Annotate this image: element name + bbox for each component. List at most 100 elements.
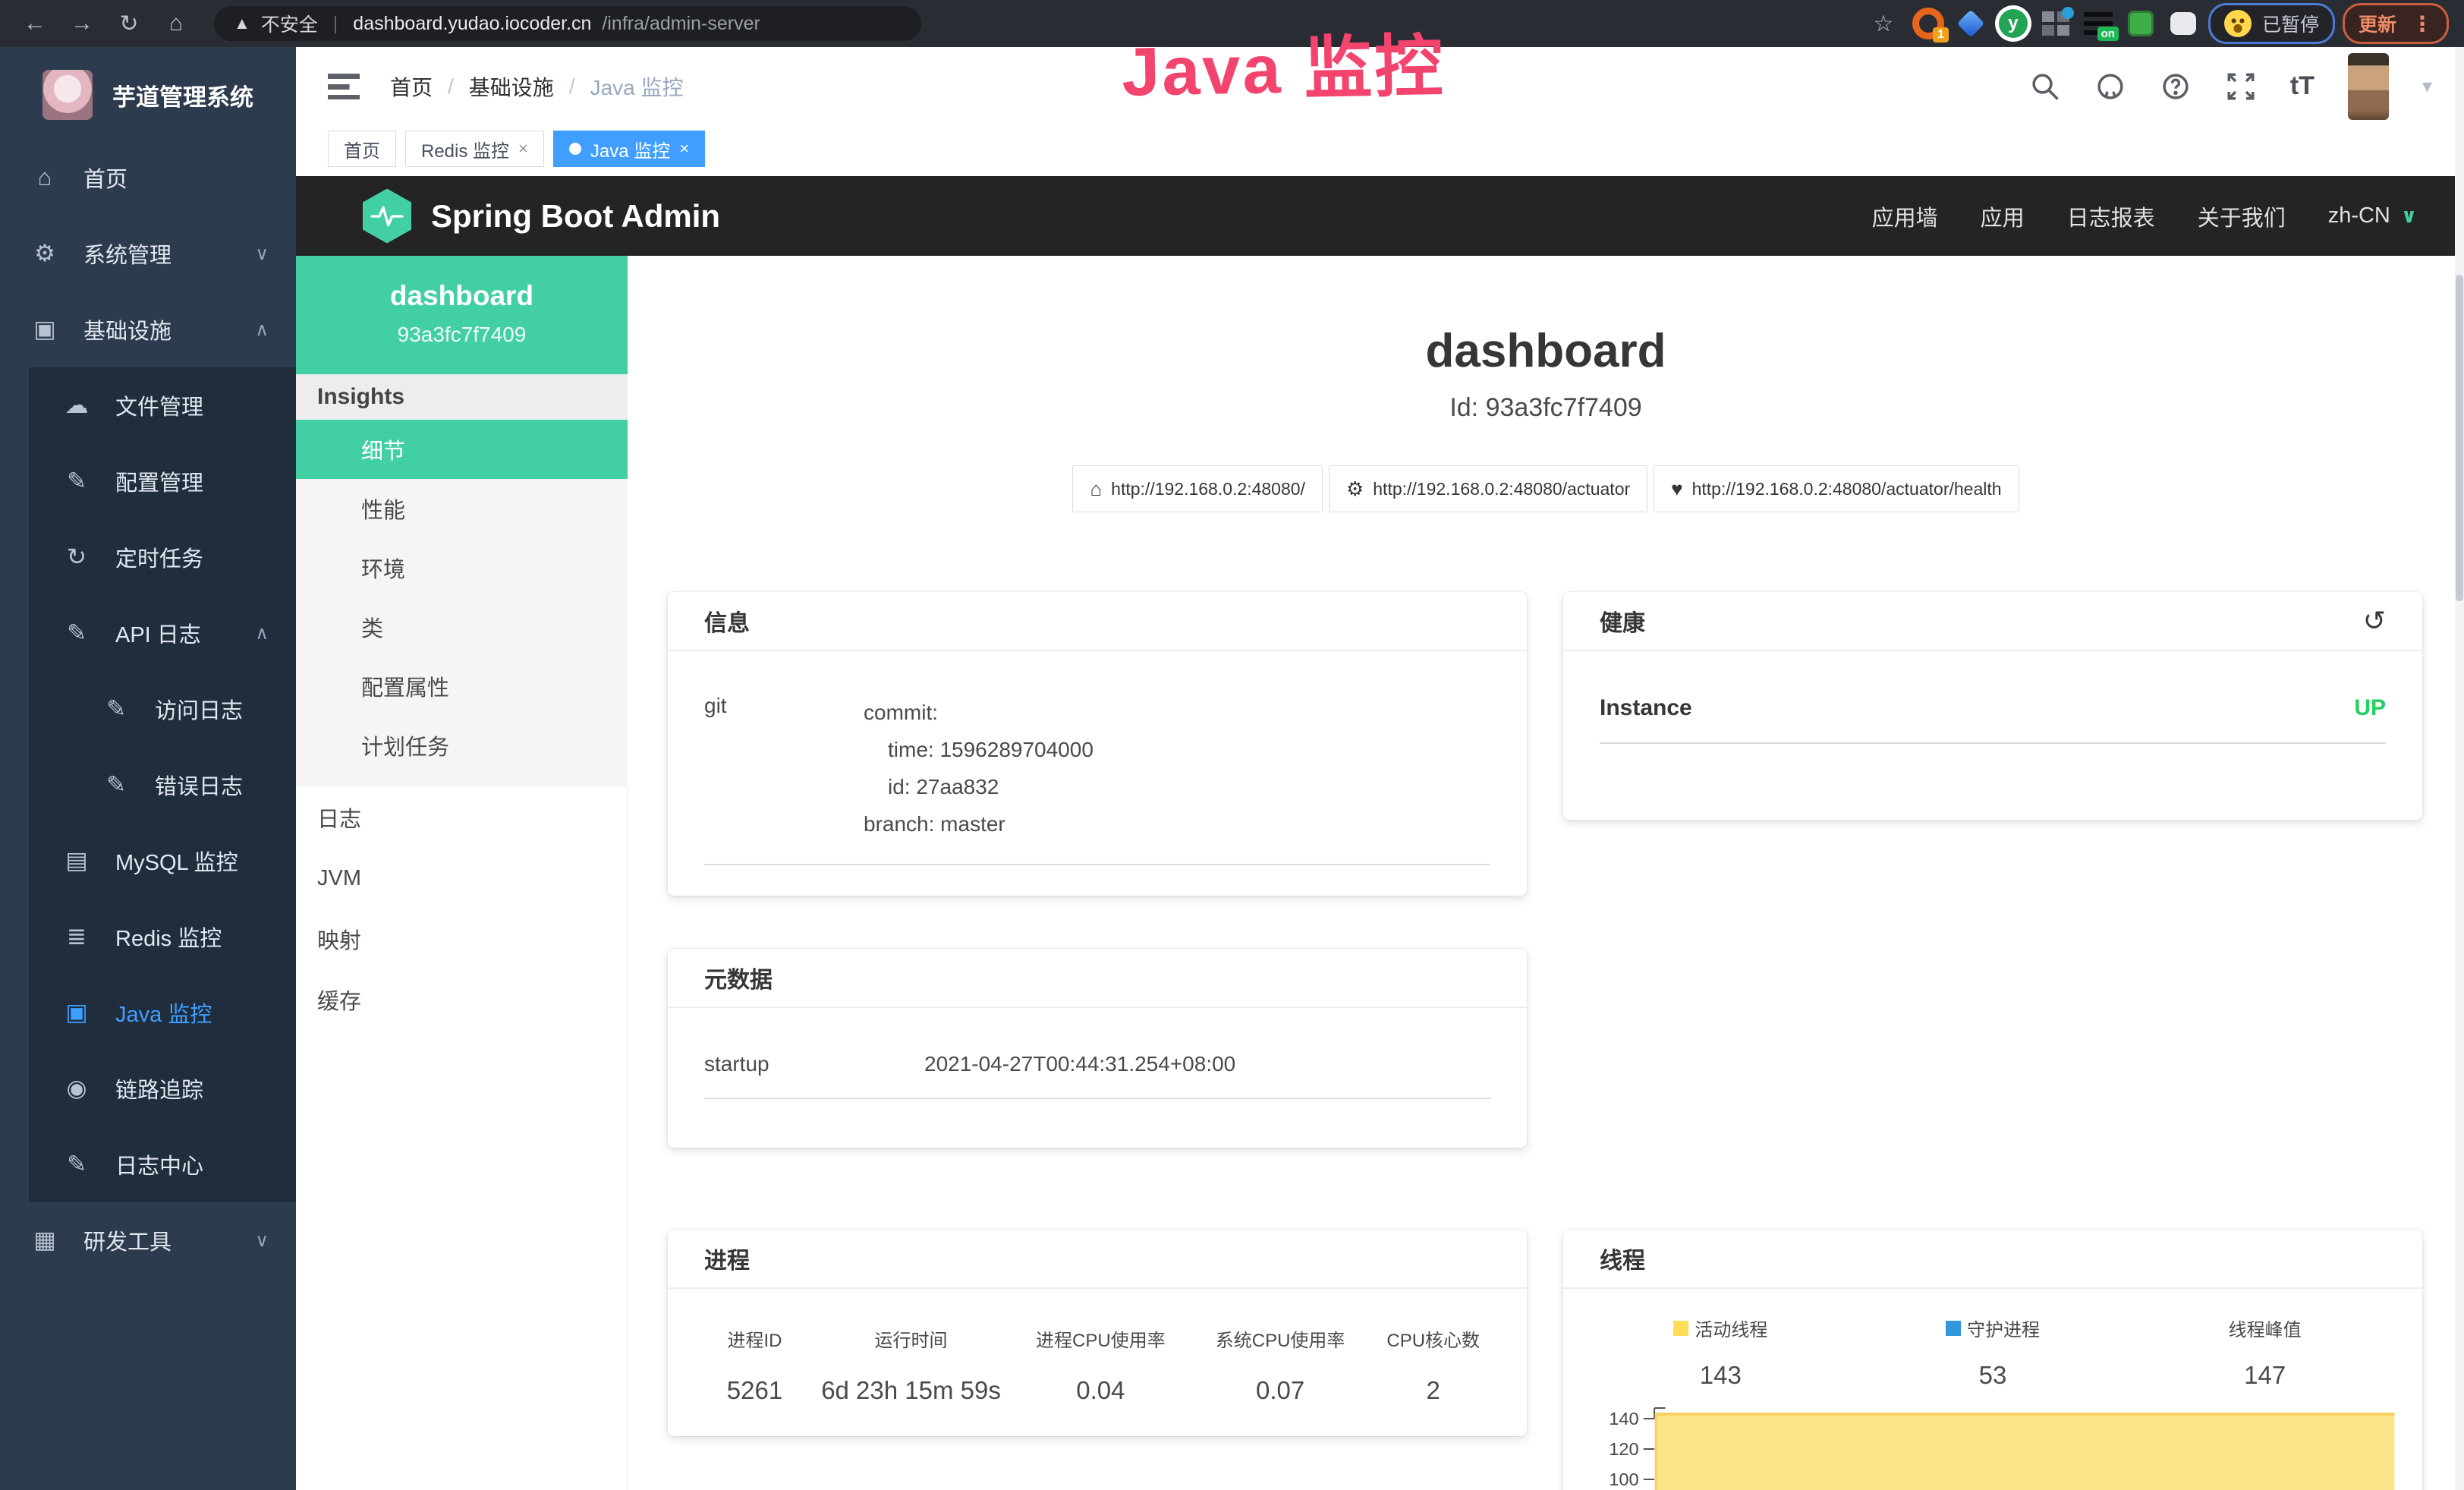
reload-icon[interactable]: ↻: [109, 11, 149, 37]
sidebar-item-api-logs[interactable]: ✎ API 日志 ∧: [29, 595, 296, 671]
sidebar-item-scheduled-tasks[interactable]: ↻ 定时任务: [29, 519, 296, 595]
search-icon[interactable]: [2029, 71, 2061, 102]
sidebar-item-infrastructure[interactable]: ▣ 基础设施 ∧: [0, 291, 296, 367]
y-extension-icon[interactable]: y: [1996, 6, 2031, 41]
help-icon[interactable]: [2160, 71, 2192, 102]
status-badge: UP: [2354, 695, 2386, 721]
github-icon[interactable]: [2094, 71, 2126, 102]
paused-extension-pill[interactable]: 已暂停: [2208, 3, 2335, 44]
browser-home-icon[interactable]: ⌂: [156, 11, 196, 36]
stat-value: 147: [2129, 1361, 2401, 1390]
sba-menu-item-config-props[interactable]: 配置属性: [296, 657, 628, 716]
sidebar-item-home[interactable]: ⌂ 首页: [0, 140, 296, 216]
card-title: 进程: [704, 1242, 750, 1275]
card-title: 健康: [1600, 604, 1645, 638]
colorzilla-extension-icon[interactable]: 1: [1911, 6, 1946, 41]
close-icon[interactable]: ×: [518, 139, 528, 159]
back-icon[interactable]: ←: [15, 11, 55, 36]
y-tick-100: 100: [1609, 1470, 1638, 1489]
process-table: 进程ID 5261 运行时间 6d 23h 15m 59s 进程CPU使用率 0…: [668, 1289, 1527, 1405]
col-value: 2: [1370, 1376, 1496, 1405]
sba-menu-item-logs[interactable]: 日志: [296, 787, 628, 848]
sba-menu-item-details[interactable]: 细节: [296, 420, 628, 479]
sba-brand-title[interactable]: Spring Boot Admin: [431, 198, 720, 235]
sba-language-select[interactable]: zh-CN ∨: [2328, 203, 2417, 228]
database-icon: ▤: [59, 847, 94, 874]
log-edit-icon: ✎: [99, 695, 134, 723]
col-value: 0.04: [1011, 1376, 1191, 1405]
sidebar-item-redis-monitor[interactable]: ≣ Redis 监控: [29, 899, 296, 975]
chevron-down-icon: ∨: [255, 1230, 269, 1252]
security-label[interactable]: 不安全: [261, 10, 318, 37]
actuator-url: http://192.168.0.2:48080/actuator: [1373, 479, 1630, 499]
forward-icon[interactable]: →: [62, 11, 102, 36]
gem-extension-icon[interactable]: [1953, 6, 1988, 41]
url-separator: |: [329, 13, 343, 35]
card-title: 线程: [1600, 1242, 1645, 1275]
sidebar-item-config-management[interactable]: ✎ 配置管理: [29, 443, 296, 519]
sba-menu-item-caches[interactable]: 缓存: [296, 969, 628, 1030]
sba-menu-item-classes[interactable]: 类: [296, 597, 628, 657]
sidebar-item-log-center[interactable]: ✎ 日志中心: [29, 1126, 296, 1202]
sba-menu-item-metrics[interactable]: 性能: [296, 479, 628, 538]
gear-icon: ⚙: [27, 240, 62, 267]
hamburger-icon[interactable]: [328, 74, 360, 99]
process-card: 进程 进程ID 5261 运行时间 6d 23h 15m 59s 进程CPU使用…: [668, 1230, 1527, 1436]
y-tick-140: 140: [1609, 1409, 1638, 1429]
monitor-icon: ▣: [59, 999, 94, 1026]
grid-extension-icon[interactable]: [2038, 6, 2073, 41]
sba-nav-wallboard[interactable]: 应用墙: [1872, 200, 1938, 232]
list-extension-icon[interactable]: on: [2081, 6, 2116, 41]
tab-redis-monitor[interactable]: Redis 监控 ×: [405, 131, 544, 167]
sba-menu-item-scheduled[interactable]: 计划任务: [296, 716, 628, 775]
sba-nav-journal[interactable]: 日志报表: [2067, 200, 2155, 232]
sidebar-item-error-logs[interactable]: ✎ 错误日志: [29, 747, 296, 823]
sidebar-item-tracing[interactable]: ◉ 链路追踪: [29, 1051, 296, 1126]
scrollbar-track[interactable]: [2455, 47, 2464, 1490]
divider: [1600, 742, 2386, 744]
avatar-caret-icon[interactable]: ▾: [2422, 74, 2432, 98]
home-icon: ⌂: [1090, 477, 1102, 501]
browser-menu-icon[interactable]: ⋮: [2412, 11, 2433, 36]
health-url-button[interactable]: ♥ http://192.168.0.2:48080/actuator/heal…: [1654, 465, 2019, 512]
fullscreen-icon[interactable]: [2225, 71, 2257, 102]
sidebar-item-mysql-monitor[interactable]: ▤ MySQL 监控: [29, 823, 296, 899]
font-size-icon[interactable]: tT: [2290, 71, 2315, 101]
tab-label: Redis 监控: [421, 136, 509, 162]
sba-menu-item-mappings[interactable]: 映射: [296, 909, 628, 969]
address-bar[interactable]: ▲ 不安全 | dashboard.yudao.iocoder.cn /infr…: [214, 6, 921, 41]
sba-menu-item-jvm[interactable]: JVM: [296, 848, 628, 909]
breadcrumb-home[interactable]: 首页: [390, 71, 433, 102]
health-url: http://192.168.0.2:48080/actuator/health: [1692, 479, 2002, 499]
history-icon[interactable]: ↺: [2363, 605, 2386, 637]
app-logo-row[interactable]: 芋道管理系统: [0, 47, 296, 140]
sidebar-item-java-monitor[interactable]: ▣ Java 监控: [29, 975, 296, 1051]
emoji-face-icon: [2224, 10, 2252, 37]
tab-home[interactable]: 首页: [328, 131, 396, 167]
puzzle-extension-icon[interactable]: [2166, 6, 2201, 41]
sba-nav-applications[interactable]: 应用: [1981, 200, 2025, 232]
chevron-down-icon: ∨: [255, 243, 269, 265]
git-id-line: id: 27aa832: [864, 768, 1490, 805]
sba-instance-header: dashboard 93a3fc7f7409: [296, 256, 628, 374]
scrollbar-thumb[interactable]: [2456, 275, 2463, 601]
tab-java-monitor[interactable]: Java 监控 ×: [553, 131, 705, 167]
sidebar-item-system-management[interactable]: ⚙ 系统管理 ∨: [0, 216, 296, 291]
service-url-button[interactable]: ⌂ http://192.168.0.2:48080/: [1072, 465, 1323, 512]
close-icon[interactable]: ×: [679, 139, 689, 159]
chevron-up-icon: ∧: [255, 319, 269, 341]
bookmark-star-icon[interactable]: ☆: [1864, 11, 1903, 37]
sba-nav-about[interactable]: 关于我们: [2198, 200, 2286, 232]
avatar[interactable]: [2348, 53, 2389, 120]
update-browser-button[interactable]: 更新 ⋮: [2343, 3, 2449, 44]
health-icon: ♥: [1671, 477, 1682, 501]
sba-menu-item-environment[interactable]: 环境: [296, 538, 628, 597]
plant-extension-icon[interactable]: [2123, 6, 2158, 41]
sba-language-value: zh-CN: [2328, 203, 2390, 228]
breadcrumb-infrastructure[interactable]: 基础设施: [469, 71, 554, 102]
sidebar-item-dev-tools[interactable]: ▦ 研发工具 ∨: [0, 1202, 296, 1278]
actuator-url-button[interactable]: ⚙ http://192.168.0.2:48080/actuator: [1329, 465, 1647, 512]
sidebar-item-file-management[interactable]: ☁ 文件管理: [29, 367, 296, 443]
sidebar-item-access-logs[interactable]: ✎ 访问日志: [29, 671, 296, 747]
threads-area-chart: 140 120 100: [1592, 1397, 2410, 1490]
